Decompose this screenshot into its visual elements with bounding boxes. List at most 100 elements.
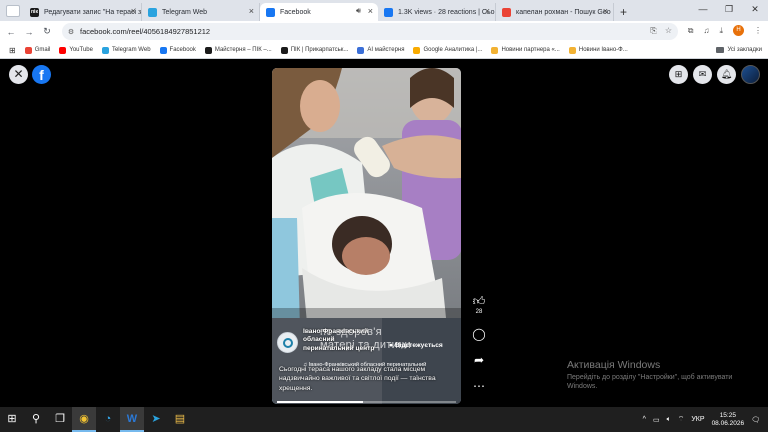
bookmark-item[interactable]: YouTube xyxy=(59,46,93,54)
new-tab-button[interactable]: + xyxy=(620,5,627,19)
tab-3[interactable]: 1.3K views · 28 reactions | Сьо × xyxy=(378,3,496,21)
author-name[interactable]: Івано-Франківський обласний перинатальни… xyxy=(303,328,383,353)
tab-close-icon[interactable]: × xyxy=(249,6,254,16)
tab-close-icon[interactable]: × xyxy=(485,6,490,16)
notifications-center-icon[interactable]: 🗨︎ xyxy=(751,416,760,424)
task-view-icon[interactable]: ❐ xyxy=(48,407,72,432)
file-explorer-icon[interactable]: ▤ xyxy=(168,407,192,432)
author-avatar[interactable] xyxy=(277,332,298,353)
tabs: пік Редагувати запис "На терасі з × Telegra… xyxy=(24,3,614,21)
tab-1[interactable]: Telegram Web × xyxy=(142,3,260,21)
volume-icon[interactable]: 🔈︎ xyxy=(667,416,671,424)
forward-icon[interactable]: → xyxy=(22,27,36,37)
telegram-taskbar-icon[interactable]: ➤ xyxy=(144,407,168,432)
site-info-icon[interactable]: ⚙ xyxy=(62,28,80,36)
like-count: 28 xyxy=(475,309,483,315)
apps-grid-icon[interactable]: ⊞ xyxy=(9,46,16,55)
tab-label: Редагувати запис "На терасі з xyxy=(44,8,142,16)
tab-0[interactable]: пік Редагувати запис "На терасі з × xyxy=(24,3,142,21)
bookmark-label: AI майстерня xyxy=(367,47,405,53)
comment-icon[interactable]: ◯ xyxy=(472,327,485,341)
menu-icon[interactable]: ⋮ xyxy=(754,26,762,35)
bookmark-item[interactable]: Новини Івано-Ф... xyxy=(568,46,628,54)
wifi-icon[interactable]: ⌔ xyxy=(678,415,685,424)
reload-icon[interactable]: ↻ xyxy=(40,26,54,37)
bookmarks-bar: ⊞ Gmail YouTube Telegram Web Facebook Майсте… xyxy=(0,42,768,59)
tab-strip: пік Редагувати запис "На терасі з × Telegra… xyxy=(0,0,768,21)
video-progress-bar[interactable] xyxy=(277,401,456,403)
download-icon[interactable]: ⤓ xyxy=(719,26,723,36)
bookmark-favicon-icon xyxy=(413,46,421,54)
account-avatar[interactable] xyxy=(741,65,760,84)
reel-caption: Сьогодні тераса нашого закладу стала міс… xyxy=(279,366,436,392)
bookmark-item[interactable]: Facebook xyxy=(159,46,196,54)
tab-4[interactable]: капелан рохман - Пошук Goo × xyxy=(496,3,614,21)
notifications-icon[interactable]: 🔔︎ xyxy=(717,65,736,84)
address-bar[interactable]: ⚙ facebook.com/reel/4056184927851212 ⎘ ☆ xyxy=(62,23,678,40)
tab-search-icon[interactable] xyxy=(6,5,20,17)
bookmark-favicon-icon xyxy=(101,46,109,54)
all-bookmarks-label: Усі закладки xyxy=(727,47,762,53)
folder-icon xyxy=(716,47,725,53)
bookmark-label: ПІК | Прикарпатськ... xyxy=(290,47,349,53)
back-icon[interactable]: ← xyxy=(4,27,18,37)
tray-chevron-icon[interactable]: ^ xyxy=(643,416,646,423)
start-icon[interactable]: ⊞ xyxy=(0,407,24,432)
tab-label: 1.3K views · 28 reactions | Сьо xyxy=(398,8,495,16)
media-icon[interactable]: ♫ xyxy=(703,26,709,35)
tab-label: Facebook xyxy=(280,8,311,16)
all-bookmarks-folder[interactable]: Усі закладки xyxy=(716,47,762,53)
messenger-icon[interactable]: ✉ xyxy=(693,65,712,84)
action-rail: 👍︎ 28 ◯ ➦ ⋯ xyxy=(468,282,490,393)
bookmark-list: Gmail YouTube Telegram Web Facebook Майстерн… xyxy=(16,46,628,54)
bookmark-item[interactable]: Майстерня – ПІК –... xyxy=(204,46,272,54)
bookmark-item[interactable]: Google Аналитика |... xyxy=(413,46,482,54)
bookmark-label: Майстерня – ПІК –... xyxy=(214,47,272,53)
close-icon[interactable]: ✕ xyxy=(9,65,28,84)
profile-avatar[interactable]: Н xyxy=(733,25,744,36)
bookmark-item[interactable]: Новини партнера «... xyxy=(491,46,560,54)
extensions-icon[interactable]: ⧉ xyxy=(688,26,694,36)
url-text[interactable]: facebook.com/reel/4056184927851212 xyxy=(80,27,210,36)
bookmark-favicon-icon xyxy=(491,46,499,54)
clock-date: 08.06.2026 xyxy=(711,419,745,427)
reel-viewer: ✕ f ⊞ ✉ 🔔︎ по здоров'я матері та дитини … xyxy=(0,60,768,407)
minimize-icon[interactable]: — xyxy=(690,0,716,21)
edge-icon[interactable]: ◔ xyxy=(96,407,120,432)
follow-label: Відстежується xyxy=(394,342,443,349)
language-indicator[interactable]: УКР xyxy=(691,416,704,423)
bookmark-item[interactable]: ПІК | Прикарпатськ... xyxy=(280,46,349,54)
google-icon xyxy=(502,8,511,17)
more-options-icon[interactable]: ⋯ xyxy=(473,379,485,393)
tab-close-icon[interactable]: × xyxy=(368,6,373,16)
tab-audio-icon[interactable]: 🔊︎ xyxy=(356,6,361,16)
clock-time: 15:25 xyxy=(719,411,736,419)
window-controls: — ❐ ✕ xyxy=(690,0,768,21)
bookmark-item[interactable]: Telegram Web xyxy=(101,46,151,54)
search-icon[interactable]: ⚲ xyxy=(24,407,48,432)
watermark-title: Активація Windows xyxy=(567,359,661,371)
install-app-icon[interactable]: ⎘ xyxy=(650,26,656,36)
system-tray: ^ ▭ 🔈︎ ⌔ УКР 15:25 08.06.2026 🗨︎ xyxy=(643,407,760,432)
reel-video[interactable]: по здоров'я матері та дитини Івано-Франкі… xyxy=(272,68,461,404)
follow-status[interactable]: ● Відстежується xyxy=(389,342,443,349)
close-window-icon[interactable]: ✕ xyxy=(742,0,768,21)
tab-close-icon[interactable]: × xyxy=(131,6,136,16)
bookmark-favicon-icon xyxy=(568,46,576,54)
bookmark-item[interactable]: AI майстерня xyxy=(357,46,405,54)
menu-grid-icon[interactable]: ⊞ xyxy=(669,65,688,84)
like-icon[interactable]: 👍︎ xyxy=(473,294,486,308)
toolbar: ← → ↻ ⚙ facebook.com/reel/40561849278512… xyxy=(0,21,768,42)
tab-2[interactable]: Facebook 🔊︎ × xyxy=(260,3,378,21)
tab-close-icon[interactable]: × xyxy=(603,6,608,16)
word-icon[interactable]: W xyxy=(120,407,144,432)
network-icon[interactable]: ▭ xyxy=(653,416,660,424)
restore-icon[interactable]: ❐ xyxy=(716,0,742,21)
bookmark-star-icon[interactable]: ☆ xyxy=(665,26,672,36)
bookmark-item[interactable]: Gmail xyxy=(24,46,51,54)
bookmark-label: Gmail xyxy=(34,47,51,53)
facebook-logo[interactable]: f xyxy=(32,65,51,84)
chrome-icon[interactable]: ◉ xyxy=(72,407,96,432)
clock[interactable]: 15:25 08.06.2026 xyxy=(712,412,745,428)
share-icon[interactable]: ➦ xyxy=(474,353,484,367)
